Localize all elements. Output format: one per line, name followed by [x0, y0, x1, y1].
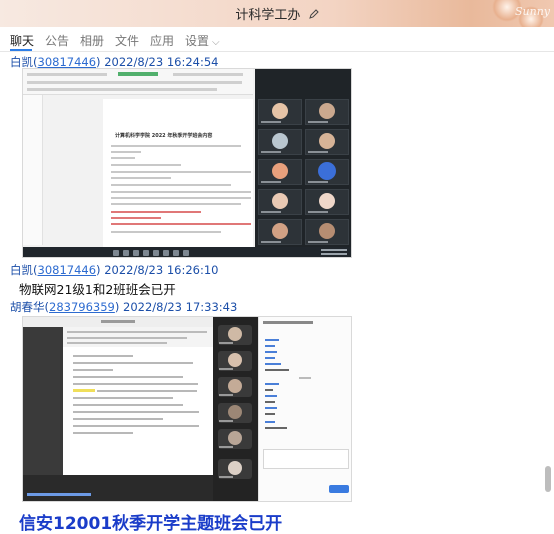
- tab-settings-label: 设置: [185, 34, 210, 48]
- sender-name[interactable]: 白凯: [10, 263, 33, 277]
- sender-id-link[interactable]: 283796359: [49, 300, 115, 314]
- document-page: 计算机科学学院 2022 年秋季开学班会内容: [103, 99, 253, 249]
- tab-announcements[interactable]: 公告: [45, 32, 69, 49]
- os-taskbar: [23, 247, 351, 257]
- video-participants-column: [213, 317, 258, 501]
- message-timestamp: 2022/8/23 16:26:10: [104, 263, 219, 277]
- sender-name[interactable]: 白凯: [10, 55, 33, 69]
- sender-id-link[interactable]: 30817446: [38, 263, 97, 277]
- message-image-meeting-document[interactable]: 计算机科学学院 2022 年秋季开学班会内容: [22, 68, 352, 258]
- tab-bar: 聊天 公告 相册 文件 应用 设置 ⌵: [0, 28, 554, 52]
- document-title: 计算机科学学院 2022 年秋季开学班会内容: [115, 133, 213, 139]
- meeting-chat-panel: [258, 317, 351, 501]
- message-sender: 白凯(30817446) 2022/8/23 16:26:10: [10, 263, 219, 277]
- document-ribbon: [63, 327, 213, 347]
- screen-share-bar: [23, 475, 213, 501]
- chevron-down-icon: ⌵: [212, 37, 220, 48]
- title-decoration: Sunny: [484, 0, 554, 27]
- sender-id-link[interactable]: 30817446: [38, 55, 97, 69]
- chat-scrollbar-track[interactable]: [545, 54, 551, 534]
- document-page: [63, 347, 213, 475]
- window-titlebar: 计科学工办 Sunny: [0, 0, 554, 27]
- document-sidebar: [23, 95, 43, 245]
- meeting-titlebar: [23, 317, 213, 327]
- message-image-meeting-screen[interactable]: [22, 316, 352, 502]
- message-sender: 胡春华(283796359) 2022/8/23 17:33:43: [10, 300, 238, 314]
- tab-files[interactable]: 文件: [115, 32, 139, 49]
- message-timestamp: 2022/8/23 16:24:54: [104, 55, 219, 69]
- tab-chat[interactable]: 聊天: [10, 32, 34, 49]
- document-ribbon: [23, 69, 253, 95]
- video-participants-grid: [255, 69, 351, 247]
- tab-album[interactable]: 相册: [80, 32, 104, 49]
- window-title-area: 计科学工办: [0, 4, 554, 23]
- chat-scrollbar-thumb[interactable]: [545, 466, 551, 492]
- message-text-highlight: 信安12001秋季开学主题班会已开: [19, 514, 283, 534]
- message-text: 物联网21级1和2班班会已开: [19, 282, 176, 297]
- tab-apps[interactable]: 应用: [150, 32, 174, 49]
- tab-settings[interactable]: 设置 ⌵: [185, 32, 220, 49]
- sender-name[interactable]: 胡春华: [10, 300, 45, 314]
- group-title: 计科学工办: [235, 8, 301, 23]
- decoration-text: Sunny: [514, 5, 550, 18]
- active-tab-indicator: [10, 49, 32, 51]
- message-timestamp: 2022/8/23 17:33:43: [123, 300, 238, 314]
- edit-pencil-icon[interactable]: [308, 8, 319, 22]
